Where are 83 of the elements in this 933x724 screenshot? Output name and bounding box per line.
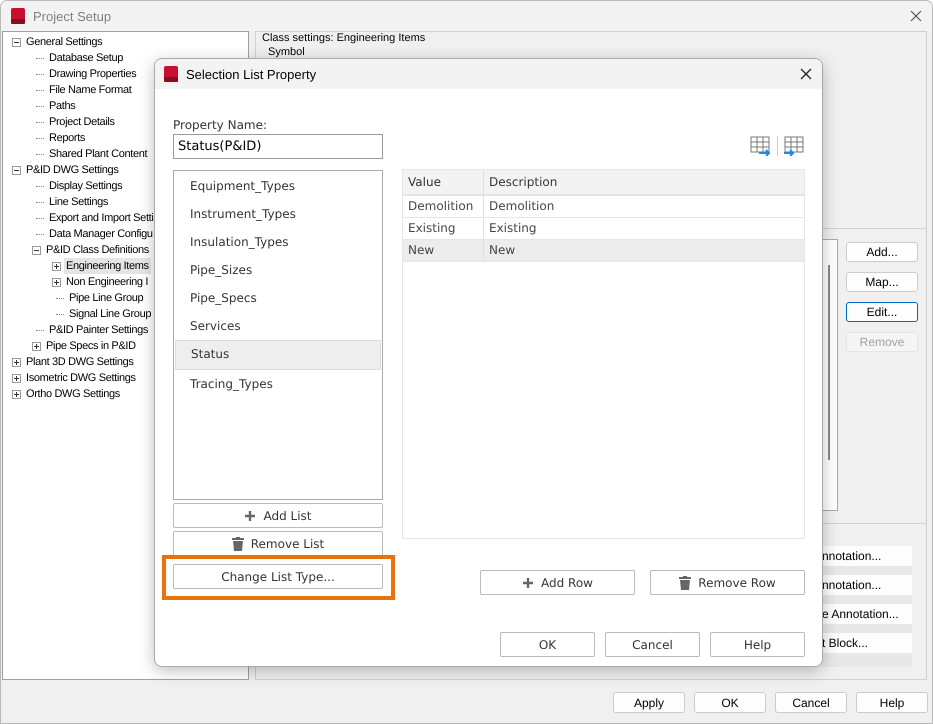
tree-item[interactable]: Display Settings — [47, 178, 124, 194]
tree-item[interactable]: Ortho DWG Settings — [24, 386, 122, 402]
tree-item[interactable]: Export and Import Setti — [47, 210, 156, 226]
tree-item[interactable]: File Name Format — [47, 82, 134, 98]
app-logo-icon — [164, 66, 178, 82]
list-item[interactable]: Insulation_Types — [175, 228, 381, 256]
tree-item[interactable]: Drawing Properties — [47, 66, 138, 82]
expand-icon[interactable] — [52, 262, 61, 270]
list-item[interactable]: Pipe_Specs — [175, 284, 381, 312]
plus-icon — [244, 510, 256, 522]
table-cell-text: New — [488, 242, 516, 259]
row-button[interactable]: Add Row — [480, 570, 635, 595]
collapse-icon[interactable] — [12, 38, 21, 46]
side-button[interactable]: Add... — [846, 242, 918, 262]
side-button[interactable]: Map... — [846, 272, 918, 292]
trash-icon — [232, 536, 244, 550]
tree-item[interactable]: P&ID Class Definitions — [44, 242, 151, 258]
footer-button[interactable]: Cancel — [775, 692, 847, 713]
side-button[interactable]: Edit... — [846, 302, 918, 322]
tree-item[interactable]: Reports — [47, 130, 88, 146]
close-icon[interactable] — [910, 10, 922, 22]
collapse-icon[interactable] — [32, 246, 41, 254]
list-item[interactable]: Tracing_Types — [175, 370, 381, 398]
tree-item[interactable]: Pipe Specs in P&ID — [44, 338, 138, 354]
group-title: Class settings: Engineering Items — [262, 32, 426, 45]
close-icon[interactable] — [800, 68, 812, 80]
trash-icon — [679, 576, 692, 590]
list-item[interactable]: Instrument_Types — [175, 200, 381, 228]
footer-button[interactable]: OK — [694, 692, 766, 713]
list-item[interactable]: Equipment_Types — [175, 172, 381, 200]
tree-item[interactable]: Isometric DWG Settings — [24, 370, 138, 386]
annotation-button[interactable]: nnotation... — [822, 575, 912, 595]
tree-item[interactable]: Line Settings — [47, 194, 110, 210]
tree-item[interactable]: Database Setup — [47, 50, 125, 66]
footer-button[interactable]: Help — [856, 692, 928, 713]
app-logo-icon — [11, 8, 25, 24]
table-cell: Demolition — [403, 196, 484, 217]
table-row[interactable]: Demolition Demolition — [403, 196, 804, 218]
footer-button[interactable]: Apply — [613, 692, 685, 713]
tree-item[interactable]: Non Engineering I — [64, 274, 150, 290]
column-arrow-icon[interactable] — [750, 136, 772, 156]
row-button[interactable]: Remove Row — [650, 570, 805, 595]
tree-item[interactable]: Signal Line Group — [67, 306, 154, 322]
tree-item[interactable]: Plant 3D DWG Settings — [24, 354, 136, 370]
column-arrow-icon[interactable] — [783, 136, 805, 156]
list-item[interactable]: Services — [175, 312, 381, 340]
list-button[interactable]: Remove List — [173, 531, 383, 556]
tree-item[interactable]: Project Details — [47, 114, 117, 130]
list-button[interactable]: Change List Type... — [173, 564, 383, 589]
expand-icon[interactable] — [12, 374, 21, 382]
expand-icon[interactable] — [32, 342, 41, 350]
list-item[interactable]: Status — [175, 340, 381, 370]
tree-item[interactable]: General Settings — [24, 34, 104, 50]
expand-icon[interactable] — [12, 358, 21, 366]
table-cell-text: Demolition — [488, 198, 554, 215]
table-cell: Existing — [403, 218, 484, 239]
list-button[interactable]: Add List — [173, 503, 383, 528]
annotation-button[interactable]: nnotation... — [822, 546, 912, 566]
tree-item[interactable]: Data Manager Configu — [47, 226, 155, 242]
collapse-icon[interactable] — [12, 166, 21, 174]
tree-item[interactable]: Paths — [47, 98, 78, 114]
field-label: Property Name: — [173, 118, 268, 132]
table-cell: New — [403, 240, 484, 261]
column-header[interactable]: Value — [403, 170, 484, 194]
dialog-title: Selection List Property — [186, 66, 316, 82]
expand-icon[interactable] — [52, 278, 61, 286]
table-cell-text: Existing — [488, 220, 537, 237]
section-label: Symbol — [268, 46, 306, 58]
tree-item[interactable]: Shared Plant Content — [47, 146, 150, 162]
list-item[interactable]: Pipe_Sizes — [175, 256, 381, 284]
tree-item[interactable]: Pipe Line Group — [67, 290, 146, 306]
table-row[interactable]: New New — [403, 240, 804, 262]
dialog-button[interactable]: Cancel — [605, 632, 700, 657]
plus-icon — [522, 576, 534, 588]
window-title: Project Setup — [33, 8, 112, 24]
tree-item[interactable]: P&ID DWG Settings — [24, 162, 120, 178]
tree-item[interactable]: P&ID Painter Settings — [47, 322, 150, 338]
dialog-button[interactable]: OK — [500, 632, 595, 657]
expand-icon[interactable] — [12, 390, 21, 398]
property-name-field[interactable]: Status(P&ID) — [173, 134, 383, 159]
tree-item[interactable]: Engineering Items — [64, 258, 151, 274]
dialog-button[interactable]: Help — [710, 632, 805, 657]
column-header[interactable]: Description — [484, 170, 558, 194]
